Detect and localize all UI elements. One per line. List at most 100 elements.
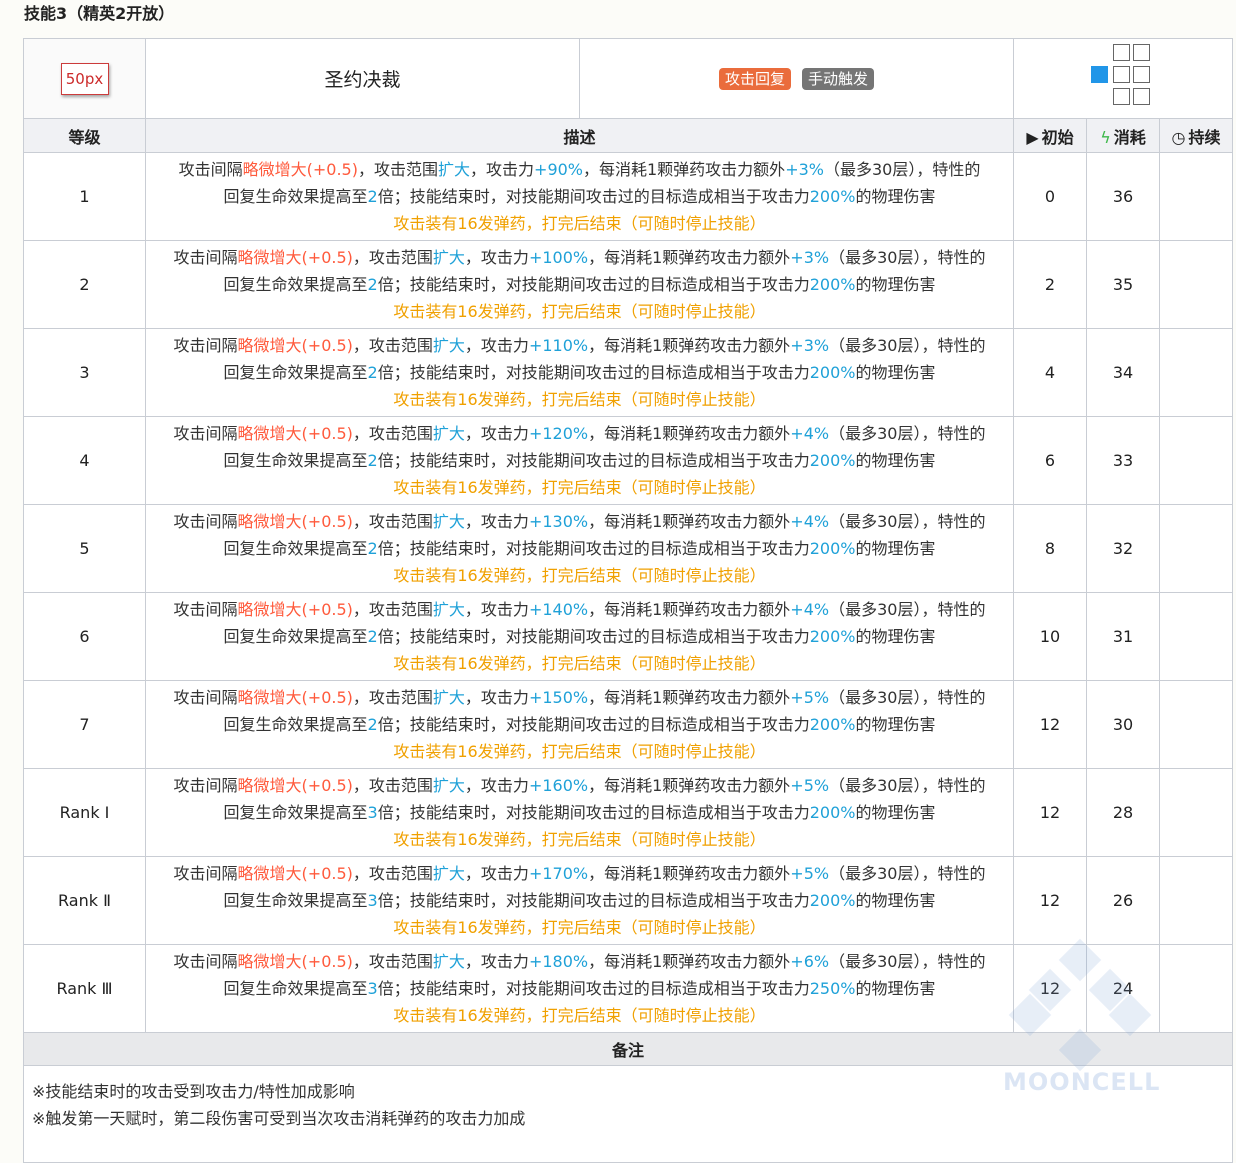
description-line-3: 攻击装有16发弹药，打完后结束（可随时停止技能） <box>393 830 766 849</box>
description-cell: 攻击间隔略微增大(+0.5)，攻击范围扩大，攻击力+120%，每消耗1颗弹药攻击… <box>145 416 1014 505</box>
desc-highlight-blue: 扩大 <box>432 688 465 707</box>
col-duration-label: 持续 <box>1188 127 1221 147</box>
desc-text: 攻击间隔 <box>173 952 238 971</box>
duration-cell <box>1158 504 1234 593</box>
desc-text: 攻击间隔 <box>173 512 238 531</box>
cost-cell: 31 <box>1086 592 1160 681</box>
skill-table: 50px 圣约决裁 攻击回复 手动触发 等级 描述 ▶ 初始 ϟ 消耗 ◷ 持续… <box>22 38 1234 1163</box>
description-line-3: 攻击装有16发弹药，打完后结束（可随时停止技能） <box>393 566 766 585</box>
duration-cell <box>1158 416 1234 505</box>
range-cell <box>1012 38 1234 119</box>
desc-text: 回复生命效果提高至 <box>223 187 368 206</box>
initial-cell: 10 <box>1013 592 1087 681</box>
range-self-tile <box>1091 65 1109 83</box>
level-cell: 7 <box>23 680 146 769</box>
description-line-1: 攻击间隔略微增大(+0.5)，攻击范围扩大，攻击力+130%，每消耗1颗弹药攻击… <box>152 508 1007 535</box>
level-cell: Rank Ⅰ <box>23 768 146 857</box>
desc-text: 回复生命效果提高至 <box>223 979 368 998</box>
desc-text: ，攻击力 <box>464 776 529 795</box>
col-description: 描述 <box>145 118 1014 153</box>
desc-highlight-blue: 扩大 <box>432 336 465 355</box>
desc-highlight-blue: 扩大 <box>432 952 465 971</box>
description-line-1: 攻击间隔略微增大(+0.5)，攻击范围扩大，攻击力+140%，每消耗1颗弹药攻击… <box>152 596 1007 623</box>
desc-text: 倍；技能结束时，对技能期间攻击过的目标造成相当于攻击力 <box>377 627 810 646</box>
table-row: 3 攻击间隔略微增大(+0.5)，攻击范围扩大，攻击力+110%，每消耗1颗弹药攻… <box>23 328 1234 417</box>
table-row: 1 攻击间隔略微增大(+0.5)，攻击范围扩大，攻击力+90%，每消耗1颗弹药攻击… <box>23 152 1234 241</box>
duration-cell <box>1158 944 1234 1033</box>
range-tile <box>1133 43 1151 61</box>
watermark-text: MOONCELL <box>1003 1068 1161 1096</box>
desc-text: 攻击间隔 <box>173 248 238 267</box>
description-line-1: 攻击间隔略微增大(+0.5)，攻击范围扩大，攻击力+110%，每消耗1颗弹药攻击… <box>152 332 1007 359</box>
desc-highlight-blue: 2 <box>367 363 378 382</box>
tag-manual-trigger: 手动触发 <box>802 67 875 90</box>
initial-cell: 12 <box>1013 768 1087 857</box>
desc-text: ，每消耗1颗弹药攻击力额外 <box>588 776 791 795</box>
col-cost: ϟ 消耗 <box>1086 118 1160 153</box>
desc-text: 回复生命效果提高至 <box>223 803 368 822</box>
desc-text: （最多30层），特性的 <box>829 952 986 971</box>
range-tile <box>1113 43 1131 61</box>
description-cell: 攻击间隔略微增大(+0.5)，攻击范围扩大，攻击力+130%，每消耗1颗弹药攻击… <box>145 504 1014 593</box>
initial-cell: 12 <box>1013 680 1087 769</box>
cost-cell: 30 <box>1086 680 1160 769</box>
description-line-2: 回复生命效果提高至2倍；技能结束时，对技能期间攻击过的目标造成相当于攻击力200… <box>152 535 1007 562</box>
desc-highlight-blue: 200% <box>809 715 856 734</box>
desc-text: 倍；技能结束时，对技能期间攻击过的目标造成相当于攻击力 <box>377 979 810 998</box>
desc-highlight-blue: +5% <box>790 688 830 707</box>
description-line-2: 回复生命效果提高至2倍；技能结束时，对技能期间攻击过的目标造成相当于攻击力200… <box>152 711 1007 738</box>
desc-text: ，每消耗1颗弹药攻击力额外 <box>588 600 791 619</box>
section-title: 技能3（精英2开放） <box>24 4 175 23</box>
desc-highlight-blue: +3% <box>790 248 830 267</box>
table-row: 5 攻击间隔略微增大(+0.5)，攻击范围扩大，攻击力+130%，每消耗1颗弹药攻… <box>23 504 1234 593</box>
description-line-3: 攻击装有16发弹药，打完后结束（可随时停止技能） <box>393 654 766 673</box>
cost-cell: 32 <box>1086 504 1160 593</box>
desc-text: 的物理伤害 <box>855 275 936 294</box>
skill-name-cell: 圣约决裁 <box>145 38 580 119</box>
description-cell: 攻击间隔略微增大(+0.5)，攻击范围扩大，攻击力+100%，每消耗1颗弹药攻击… <box>145 240 1014 329</box>
description-line-3: 攻击装有16发弹药，打完后结束（可随时停止技能） <box>393 214 766 233</box>
desc-text: 回复生命效果提高至 <box>223 363 368 382</box>
desc-text: 回复生命效果提高至 <box>223 275 368 294</box>
desc-text: ，攻击力 <box>464 512 529 531</box>
tag-attack-recovery: 攻击回复 <box>718 67 791 90</box>
desc-text: ，攻击力 <box>464 424 529 443</box>
desc-highlight-blue: +110% <box>528 336 589 355</box>
level-cell: 4 <box>23 416 146 505</box>
initial-cell: 12 <box>1013 856 1087 945</box>
description-line-3: 攻击装有16发弹药，打完后结束（可随时停止技能） <box>393 1006 766 1025</box>
initial-cell: 2 <box>1013 240 1087 329</box>
description-line-3: 攻击装有16发弹药，打完后结束（可随时停止技能） <box>393 742 766 761</box>
desc-text: 倍；技能结束时，对技能期间攻击过的目标造成相当于攻击力 <box>377 891 810 910</box>
note-line: ※触发第一天赋时，第二段伤害可受到当次攻击消耗弹药的攻击力加成 <box>32 1109 526 1128</box>
desc-text: 的物理伤害 <box>855 979 936 998</box>
desc-highlight-blue: 200% <box>809 627 856 646</box>
description-line-3: 攻击装有16发弹药，打完后结束（可随时停止技能） <box>393 478 766 497</box>
skill-tags-cell: 攻击回复 手动触发 <box>579 38 1014 119</box>
desc-highlight-red: 略微增大(+0.5) <box>237 600 353 619</box>
duration-cell <box>1158 152 1234 241</box>
desc-highlight-red: 略微增大(+0.5) <box>237 336 353 355</box>
desc-text: ，攻击力 <box>470 160 535 179</box>
desc-highlight-blue: 扩大 <box>432 776 465 795</box>
desc-highlight-red: 略微增大(+0.5) <box>237 248 353 267</box>
desc-text: 攻击间隔 <box>173 688 238 707</box>
table-row: 4 攻击间隔略微增大(+0.5)，攻击范围扩大，攻击力+120%，每消耗1颗弹药攻… <box>23 416 1234 505</box>
desc-text: 的物理伤害 <box>855 363 936 382</box>
desc-text: 的物理伤害 <box>855 187 936 206</box>
description-line-2: 回复生命效果提高至2倍；技能结束时，对技能期间攻击过的目标造成相当于攻击力200… <box>152 359 1007 386</box>
desc-text: 倍；技能结束时，对技能期间攻击过的目标造成相当于攻击力 <box>377 803 810 822</box>
description-line-3: 攻击装有16发弹药，打完后结束（可随时停止技能） <box>393 918 766 937</box>
skill-icon-cell: 50px <box>23 38 146 119</box>
initial-cell: 4 <box>1013 328 1087 417</box>
desc-highlight-blue: +160% <box>528 776 589 795</box>
desc-text: 回复生命效果提高至 <box>223 715 368 734</box>
desc-text: 的物理伤害 <box>855 891 936 910</box>
desc-highlight-blue: 200% <box>809 187 856 206</box>
level-cell: 3 <box>23 328 146 417</box>
description-line-1: 攻击间隔略微增大(+0.5)，攻击范围扩大，攻击力+90%，每消耗1颗弹药攻击力… <box>152 156 1007 183</box>
description-cell: 攻击间隔略微增大(+0.5)，攻击范围扩大，攻击力+170%，每消耗1颗弹药攻击… <box>145 856 1014 945</box>
desc-text: 的物理伤害 <box>855 715 936 734</box>
desc-text: 倍；技能结束时，对技能期间攻击过的目标造成相当于攻击力 <box>377 363 810 382</box>
table-row: Rank Ⅰ 攻击间隔略微增大(+0.5)，攻击范围扩大，攻击力+160%，每消耗… <box>23 768 1234 857</box>
